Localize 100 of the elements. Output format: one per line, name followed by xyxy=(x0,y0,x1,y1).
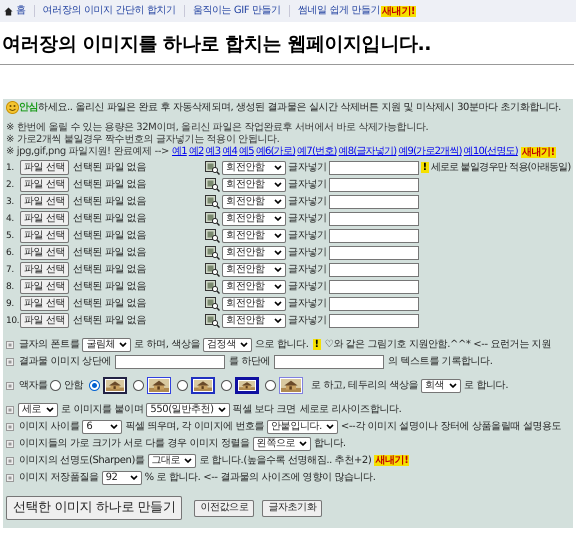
example-link[interactable]: 예7(번호) xyxy=(297,146,337,158)
row-number: 9. xyxy=(6,298,15,310)
dropdown[interactable]: 검정색 xyxy=(203,338,252,352)
dropdown[interactable]: 회전안함 xyxy=(222,194,286,208)
text-field[interactable] xyxy=(328,160,419,174)
text-field[interactable] xyxy=(328,314,419,328)
text-field[interactable] xyxy=(328,262,419,276)
dropdown[interactable]: 세로 xyxy=(18,402,58,416)
dropdown[interactable]: 회전안함 xyxy=(222,280,286,294)
chevron-down-icon xyxy=(274,198,282,204)
text-field[interactable] xyxy=(328,212,419,226)
radio-button[interactable] xyxy=(265,380,276,391)
text-field[interactable] xyxy=(328,194,419,208)
chevron-down-icon xyxy=(46,406,54,412)
nav-link[interactable]: 썸네일 쉽게 만들기 xyxy=(298,5,380,17)
example-link[interactable]: 예2 xyxy=(188,146,204,158)
dropdown[interactable]: 회전안함 xyxy=(222,296,286,310)
dropdown[interactable]: 회전안함 xyxy=(222,314,286,328)
image-zoom-icon[interactable] xyxy=(205,314,220,328)
file-choose-button[interactable]: 파일 선택 xyxy=(20,177,70,192)
file-choose-button[interactable]: 파일 선택 xyxy=(20,296,70,311)
nav-link[interactable]: 움직이는 GIF 만들기 xyxy=(192,5,281,17)
text-label: 글자넣기 xyxy=(288,178,327,190)
file-choose-button[interactable]: 파일 선택 xyxy=(20,160,70,175)
image-zoom-icon[interactable] xyxy=(205,262,220,276)
row-number: 10. xyxy=(6,314,20,326)
example-link[interactable]: 예5 xyxy=(239,146,254,158)
example-link[interactable]: 예4 xyxy=(222,146,238,158)
file-choose-button[interactable]: 파일 선택 xyxy=(20,228,70,243)
dropdown[interactable]: 회전안함 xyxy=(222,228,286,242)
dropdown[interactable]: 회전안함 xyxy=(222,212,286,226)
option-text: 이미지들의 가로 크기가 서로 다를 경우 이미지 정렬을 xyxy=(19,438,250,450)
image-zoom-icon[interactable] xyxy=(205,178,220,192)
radio-button[interactable] xyxy=(50,380,61,391)
new-badge: 새내기! xyxy=(374,455,410,466)
nav-link[interactable]: 여러장의 이미지 간단히 합치기 xyxy=(42,5,176,17)
file-status: 선택된 파일 없음 xyxy=(73,212,147,224)
dropdown[interactable]: 회전안함 xyxy=(222,178,286,192)
example-link[interactable]: 예10(선명도) xyxy=(464,146,518,158)
smiley-icon xyxy=(6,101,19,114)
dropdown[interactable]: 왼쪽으로 xyxy=(252,436,312,450)
file-status: 선택된 파일 없음 xyxy=(73,178,147,190)
text-field[interactable] xyxy=(328,280,419,294)
radio-button[interactable] xyxy=(221,380,232,391)
file-status: 선택된 파일 없음 xyxy=(73,196,147,208)
chevron-down-icon xyxy=(274,182,282,188)
expand-icon xyxy=(6,406,14,414)
dropdown[interactable]: 회전안함 xyxy=(222,160,286,174)
chevron-down-icon xyxy=(130,474,138,480)
dropdown[interactable]: 6 xyxy=(82,420,122,434)
radio-button[interactable] xyxy=(177,380,188,391)
note-text: ※ 가로2개씩 붙일경우 짝수번호의 글자넣기는 적용이 안됩니다. xyxy=(6,134,280,146)
text-field[interactable] xyxy=(114,354,225,368)
dropdown[interactable]: 굴림체 xyxy=(82,338,132,352)
submit-button[interactable]: 선택한 이미지 하나로 만들기 xyxy=(6,496,182,520)
text-field[interactable] xyxy=(328,246,419,260)
example-link[interactable]: 예1 xyxy=(172,146,187,158)
text-field[interactable] xyxy=(328,296,419,310)
radio-button[interactable] xyxy=(89,380,100,391)
nav-link[interactable]: 홈 xyxy=(16,5,26,17)
dropdown[interactable]: 그대로 xyxy=(148,454,196,468)
text-label: 글자넣기 xyxy=(288,280,327,292)
dropdown[interactable]: 회전안함 xyxy=(222,246,286,260)
image-zoom-icon[interactable] xyxy=(205,160,220,174)
dropdown[interactable]: 회전안함 xyxy=(222,262,286,276)
expand-icon xyxy=(6,422,14,430)
dropdown[interactable]: 550(일반추천) xyxy=(146,402,230,416)
example-link[interactable]: 예6(가로) xyxy=(256,146,296,158)
option-text: 로 합니다. xyxy=(464,380,508,392)
image-zoom-icon[interactable] xyxy=(205,228,220,242)
radio-button[interactable] xyxy=(133,380,144,391)
file-status: 선택된 파일 없음 xyxy=(73,162,147,174)
image-zoom-icon[interactable] xyxy=(205,194,220,208)
image-zoom-icon[interactable] xyxy=(205,246,220,260)
file-choose-button[interactable]: 파일 선택 xyxy=(20,262,70,277)
image-zoom-icon[interactable] xyxy=(205,280,220,294)
chevron-down-icon xyxy=(274,216,282,222)
example-link[interactable]: 예3 xyxy=(206,146,220,158)
option-text: <--각 이미지 설명이나 장터에 상품올릴때 설명용도 xyxy=(340,420,562,432)
image-zoom-icon[interactable] xyxy=(205,212,220,226)
chevron-down-icon xyxy=(449,382,458,388)
dropdown[interactable]: 회색 xyxy=(421,378,462,392)
chevron-down-icon xyxy=(110,424,118,430)
dropdown[interactable]: 92 xyxy=(102,470,142,484)
image-zoom-icon[interactable] xyxy=(205,296,220,310)
file-choose-button[interactable]: 파일 선택 xyxy=(20,211,70,226)
chevron-down-icon xyxy=(218,406,226,412)
text-field[interactable] xyxy=(328,178,419,192)
action-button[interactable]: 이전값으로 xyxy=(194,500,254,516)
file-choose-button[interactable]: 파일 선택 xyxy=(20,194,70,209)
file-choose-button[interactable]: 파일 선택 xyxy=(20,313,70,328)
chevron-down-icon xyxy=(184,458,192,464)
file-choose-button[interactable]: 파일 선택 xyxy=(20,279,70,294)
file-choose-button[interactable]: 파일 선택 xyxy=(20,245,70,260)
text-field[interactable] xyxy=(328,228,419,242)
dropdown[interactable]: 안붙입니다. xyxy=(267,420,338,434)
text-field[interactable] xyxy=(274,354,384,368)
example-link[interactable]: 예8(글자넣기) xyxy=(338,146,396,158)
action-button[interactable]: 글자초기화 xyxy=(262,500,322,516)
example-link[interactable]: 예9(가로2개씩) xyxy=(398,146,462,158)
